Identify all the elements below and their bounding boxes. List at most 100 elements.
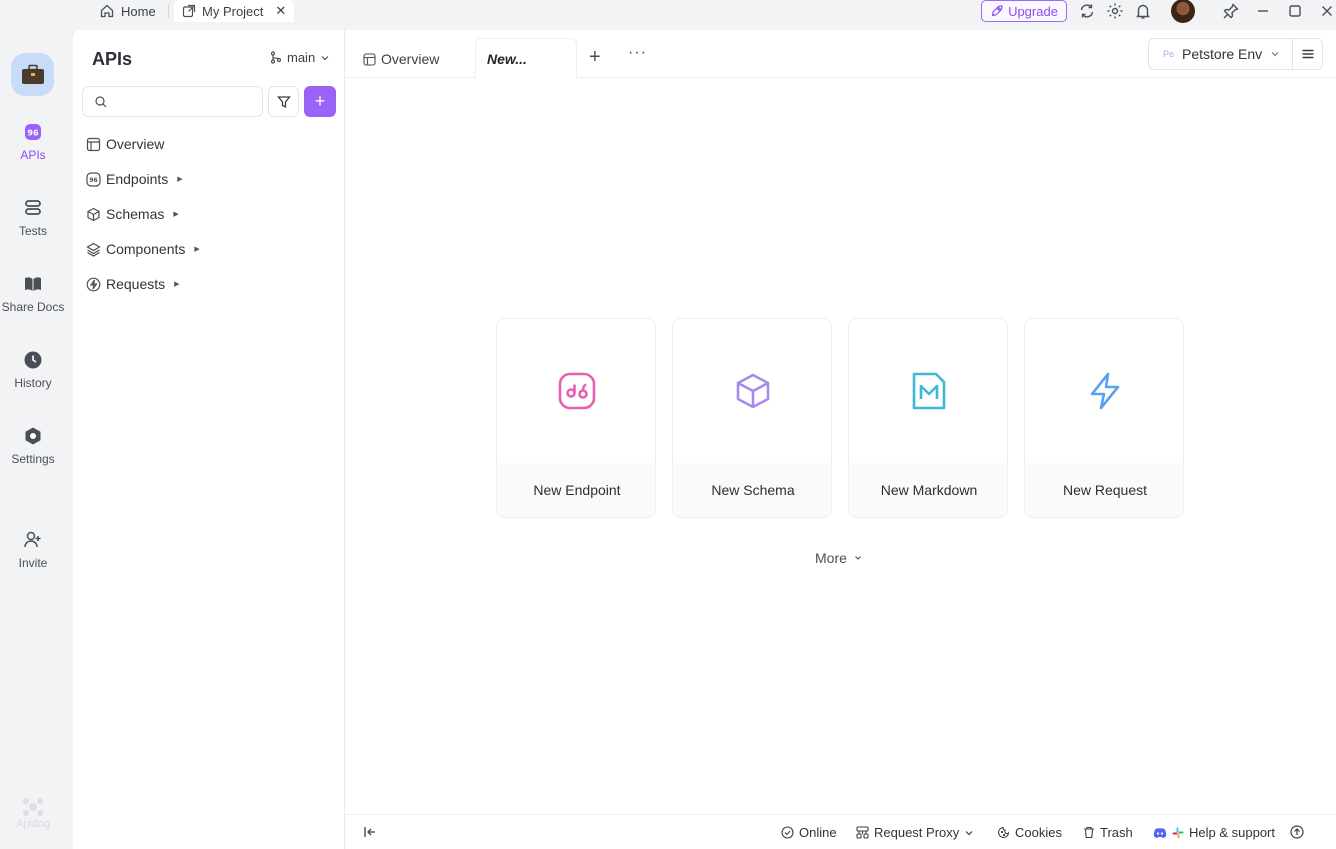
- rail-item-apis[interactable]: 96 APIs: [0, 122, 66, 162]
- gear-icon: [23, 426, 43, 446]
- more-tabs-button[interactable]: ···: [628, 44, 647, 62]
- project-logo[interactable]: [11, 53, 54, 96]
- cookies-button[interactable]: Cookies: [997, 825, 1062, 840]
- main-panel: Overview New... + ··· Pe Petstore Env Ne…: [345, 30, 1336, 849]
- trash-button[interactable]: Trash: [1083, 825, 1133, 840]
- chevron-down-icon: [853, 553, 863, 563]
- tree-item-label: Schemas: [106, 206, 165, 222]
- new-tab-button[interactable]: +: [589, 46, 601, 69]
- search-input[interactable]: [113, 93, 253, 111]
- sidebar-title: APIs: [92, 49, 133, 69]
- external-link-icon: [182, 4, 196, 18]
- card-label: New Markdown: [880, 482, 978, 498]
- cube-icon: [86, 207, 101, 222]
- minimize-icon[interactable]: [1254, 2, 1272, 20]
- proxy-label: Request Proxy: [874, 825, 960, 840]
- rail-item-tests[interactable]: Tests: [0, 198, 66, 238]
- more-button[interactable]: More: [815, 550, 863, 566]
- left-rail: 96 APIs Tests Share Docs History Setting…: [0, 30, 73, 849]
- filter-button[interactable]: [268, 86, 299, 117]
- bell-icon[interactable]: [1134, 2, 1152, 20]
- overview-icon: [86, 137, 101, 152]
- rail-item-share-docs[interactable]: Share Docs: [0, 274, 66, 314]
- tree-item-components[interactable]: Components ▶: [86, 239, 200, 259]
- upgrade-label: Upgrade: [1008, 3, 1058, 19]
- caret-right-icon[interactable]: ▶: [177, 175, 182, 183]
- endpoint-icon: 96: [86, 171, 101, 187]
- svg-text:96: 96: [89, 177, 97, 184]
- pin-icon[interactable]: [1222, 2, 1240, 20]
- upgrade-button[interactable]: Upgrade: [981, 0, 1067, 22]
- collapse-sidebar-icon[interactable]: [363, 825, 377, 839]
- status-bar: Online Request Proxy Cookies Trash Help …: [345, 814, 1336, 849]
- online-status[interactable]: Online: [781, 825, 837, 840]
- user-avatar[interactable]: [1171, 0, 1195, 23]
- api-icon: 96: [23, 122, 43, 142]
- new-schema-card[interactable]: New Schema: [672, 318, 832, 518]
- project-tab-label: My Project: [202, 3, 264, 19]
- project-tab[interactable]: My Project ✕: [174, 0, 295, 22]
- tests-icon: [23, 198, 43, 218]
- card-icon-area: [673, 319, 831, 463]
- apidog-logo-icon: [22, 796, 44, 818]
- tree-item-endpoints[interactable]: 96 Endpoints ▶: [86, 169, 183, 189]
- branch-selector[interactable]: main: [270, 50, 330, 65]
- overview-icon: [363, 52, 376, 66]
- trash-icon: [1083, 826, 1095, 839]
- tab-new[interactable]: New...: [475, 38, 577, 79]
- briefcase-icon: [21, 64, 45, 86]
- caret-right-icon[interactable]: ▶: [174, 280, 179, 288]
- home-tab[interactable]: Home: [99, 0, 156, 22]
- tree-item-label: Endpoints: [106, 171, 169, 187]
- env-badge: Pe: [1163, 49, 1175, 59]
- branch-icon: [270, 51, 282, 64]
- env-label: Petstore Env: [1182, 46, 1263, 62]
- card-label: New Endpoint: [533, 482, 621, 498]
- env-menu-button[interactable]: [1292, 38, 1323, 70]
- rail-item-settings[interactable]: Settings: [0, 426, 66, 466]
- search-box[interactable]: [82, 86, 263, 117]
- card-label: New Request: [1062, 482, 1148, 498]
- rail-item-label: Share Docs: [1, 300, 65, 314]
- close-tab-icon[interactable]: ✕: [275, 3, 286, 19]
- rail-item-invite[interactable]: Invite: [0, 530, 66, 570]
- add-button[interactable]: +: [304, 86, 336, 117]
- new-request-card[interactable]: New Request: [1024, 318, 1184, 518]
- bolt-icon: [1088, 372, 1122, 410]
- rocket-icon: [990, 4, 1004, 18]
- rail-item-label: Invite: [18, 556, 48, 570]
- help-support-button[interactable]: Help & support: [1153, 825, 1275, 840]
- upload-circle-icon[interactable]: [1290, 825, 1304, 839]
- rail-item-history[interactable]: History: [0, 350, 66, 390]
- home-tab-label: Home: [121, 3, 156, 19]
- new-endpoint-card[interactable]: New Endpoint: [496, 318, 656, 518]
- card-label: New Schema: [711, 482, 795, 498]
- maximize-icon[interactable]: [1286, 2, 1304, 20]
- gear-icon[interactable]: [1106, 2, 1124, 20]
- tab-overview[interactable]: Overview: [363, 40, 439, 78]
- api-sidebar: APIs main + Overview 96 Endpoints ▶ Sche…: [73, 30, 345, 849]
- window-close-icon[interactable]: [1318, 2, 1336, 20]
- book-icon: [23, 274, 43, 294]
- tree-item-schemas[interactable]: Schemas ▶: [86, 204, 179, 224]
- trash-label: Trash: [1100, 825, 1133, 840]
- hamburger-icon: [1301, 47, 1315, 61]
- tab-label: New...: [487, 50, 527, 67]
- proxy-icon: [856, 826, 869, 839]
- cookies-label: Cookies: [1015, 825, 1062, 840]
- sync-icon[interactable]: [1078, 2, 1096, 20]
- request-proxy-button[interactable]: Request Proxy: [856, 825, 974, 840]
- online-label: Online: [799, 825, 837, 840]
- rail-item-label: APIs: [20, 148, 46, 162]
- tree-item-requests[interactable]: Requests ▶: [86, 274, 180, 294]
- title-bar: Home My Project ✕ Upgrade: [0, 0, 1336, 30]
- brand-name: Apidog: [15, 818, 51, 830]
- caret-right-icon[interactable]: ▶: [173, 210, 178, 218]
- environment-selector[interactable]: Pe Petstore Env: [1148, 38, 1293, 70]
- rail-item-label: Tests: [18, 224, 47, 238]
- new-markdown-card[interactable]: New Markdown: [848, 318, 1008, 518]
- endpoint-icon: [558, 372, 596, 410]
- caret-right-icon[interactable]: ▶: [194, 245, 199, 253]
- chevron-down-icon: [1270, 49, 1280, 59]
- tree-item-overview[interactable]: Overview: [86, 134, 164, 154]
